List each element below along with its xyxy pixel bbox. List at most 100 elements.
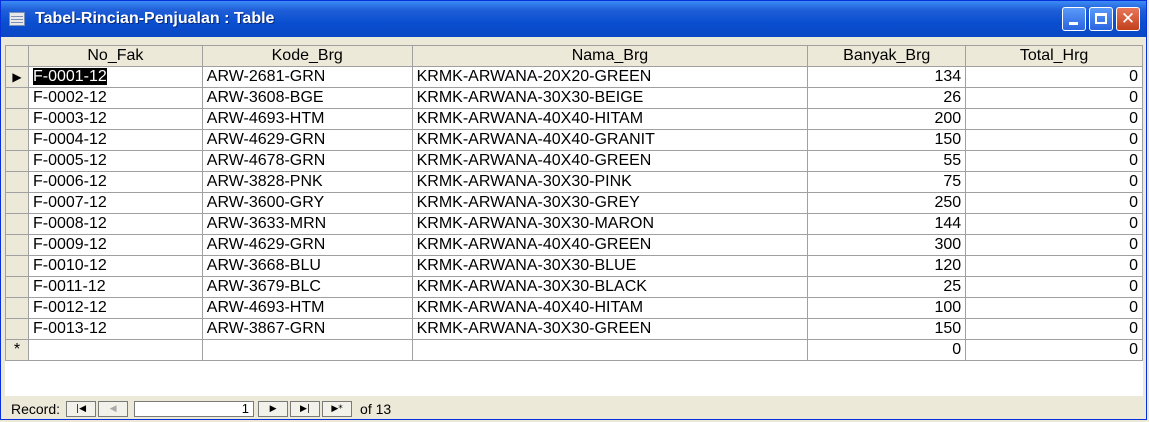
- table-row[interactable]: F-0013-12 ARW-3867-GRN KRMK-ARWANA-30X30-G…: [5, 318, 1143, 340]
- next-record-button[interactable]: ▶: [258, 401, 289, 417]
- table-cell[interactable]: KRMK-ARWANA-40X40-HITAM: [411, 108, 809, 130]
- table-cell[interactable]: F-0006-12: [27, 171, 203, 193]
- new-record-row[interactable]: * 0 0: [5, 339, 1143, 361]
- table-cell[interactable]: 200: [807, 108, 967, 130]
- table-cell[interactable]: ARW-3608-BGE: [201, 87, 413, 109]
- table-cell[interactable]: [27, 339, 203, 361]
- table-cell[interactable]: 0: [965, 87, 1143, 109]
- table-cell[interactable]: 75: [807, 171, 967, 193]
- row-selector[interactable]: [5, 171, 29, 193]
- row-selector[interactable]: [5, 192, 29, 214]
- table-cell[interactable]: F-0002-12: [27, 87, 203, 109]
- table-cell[interactable]: 0: [965, 150, 1143, 172]
- column-header-total-hrg[interactable]: Total_Hrg: [965, 45, 1143, 67]
- close-button[interactable]: ✕: [1116, 7, 1140, 31]
- table-cell[interactable]: F-0013-12: [27, 318, 203, 340]
- table-cell[interactable]: F-0012-12: [27, 297, 203, 319]
- table-cell[interactable]: KRMK-ARWANA-30X30-PINK: [411, 171, 809, 193]
- table-cell[interactable]: KRMK-ARWANA-40X40-HITAM: [411, 297, 809, 319]
- table-row[interactable]: F-0004-12 ARW-4629-GRN KRMK-ARWANA-40X40-G…: [5, 129, 1143, 151]
- table-cell[interactable]: KRMK-ARWANA-40X40-GRANIT: [411, 129, 809, 151]
- table-cell[interactable]: ARW-3668-BLU: [201, 255, 413, 277]
- column-header-no-fak[interactable]: No_Fak: [27, 45, 203, 67]
- table-cell[interactable]: KRMK-ARWANA-30X30-BLUE: [411, 255, 809, 277]
- table-cell[interactable]: ARW-3679-BLC: [201, 276, 413, 298]
- table-cell[interactable]: F-0007-12: [27, 192, 203, 214]
- table-cell[interactable]: F-0009-12: [27, 234, 203, 256]
- row-selector[interactable]: [5, 234, 29, 256]
- table-cell[interactable]: ARW-3828-PNK: [201, 171, 413, 193]
- table-cell[interactable]: KRMK-ARWANA-20X20-GREEN: [411, 66, 809, 88]
- row-selector[interactable]: [5, 276, 29, 298]
- table-cell[interactable]: [411, 339, 809, 361]
- minimize-button[interactable]: [1062, 7, 1086, 31]
- maximize-button[interactable]: [1089, 7, 1113, 31]
- column-header-nama-brg[interactable]: Nama_Brg: [411, 45, 809, 67]
- column-header-kode-brg[interactable]: Kode_Brg: [201, 45, 413, 67]
- table-cell[interactable]: ARW-2681-GRN: [201, 66, 413, 88]
- table-row[interactable]: F-0005-12 ARW-4678-GRN KRMK-ARWANA-40X40-G…: [5, 150, 1143, 172]
- row-selector[interactable]: [5, 297, 29, 319]
- table-row[interactable]: F-0007-12 ARW-3600-GRY KRMK-ARWANA-30X30-G…: [5, 192, 1143, 214]
- table-cell[interactable]: [201, 339, 413, 361]
- table-cell[interactable]: KRMK-ARWANA-30X30-GREY: [411, 192, 809, 214]
- table-cell[interactable]: ARW-4629-GRN: [201, 129, 413, 151]
- row-selector[interactable]: [5, 318, 29, 340]
- table-row[interactable]: F-0006-12 ARW-3828-PNK KRMK-ARWANA-30X30-P…: [5, 171, 1143, 193]
- table-cell[interactable]: F-0001-12: [27, 66, 203, 88]
- table-cell[interactable]: 250: [807, 192, 967, 214]
- row-selector[interactable]: [5, 150, 29, 172]
- row-selector[interactable]: [5, 87, 29, 109]
- row-selector[interactable]: [5, 213, 29, 235]
- select-all-corner[interactable]: [5, 45, 29, 67]
- table-cell[interactable]: 0: [965, 108, 1143, 130]
- row-selector[interactable]: [5, 108, 29, 130]
- last-record-button[interactable]: ▶|: [290, 401, 321, 417]
- new-record-button[interactable]: ▶*: [322, 401, 353, 417]
- table-cell[interactable]: 150: [807, 318, 967, 340]
- table-cell[interactable]: 100: [807, 297, 967, 319]
- table-cell[interactable]: F-0011-12: [27, 276, 203, 298]
- table-cell[interactable]: ARW-4678-GRN: [201, 150, 413, 172]
- table-cell[interactable]: ARW-4693-HTM: [201, 297, 413, 319]
- table-row[interactable]: ▶ F-0001-12 ARW-2681-GRN KRMK-ARWANA-20X20-…: [5, 66, 1143, 88]
- first-record-button[interactable]: |◀: [66, 401, 97, 417]
- table-cell[interactable]: 0: [965, 297, 1143, 319]
- new-record-marker[interactable]: *: [5, 339, 29, 361]
- table-cell[interactable]: 25: [807, 276, 967, 298]
- current-record-input[interactable]: 1: [134, 401, 255, 417]
- table-cell[interactable]: ARW-3600-GRY: [201, 192, 413, 214]
- table-row[interactable]: F-0003-12 ARW-4693-HTM KRMK-ARWANA-40X40-H…: [5, 108, 1143, 130]
- table-cell[interactable]: 0: [965, 276, 1143, 298]
- table-cell[interactable]: ARW-3867-GRN: [201, 318, 413, 340]
- table-cell[interactable]: 0: [965, 339, 1143, 361]
- table-cell[interactable]: 0: [965, 66, 1143, 88]
- table-cell[interactable]: F-0004-12: [27, 129, 203, 151]
- previous-record-button[interactable]: ◀: [98, 401, 129, 417]
- table-cell[interactable]: KRMK-ARWANA-40X40-GREEN: [411, 150, 809, 172]
- table-cell[interactable]: 134: [807, 66, 967, 88]
- table-row[interactable]: F-0002-12 ARW-3608-BGE KRMK-ARWANA-30X30-B…: [5, 87, 1143, 109]
- table-cell[interactable]: 0: [965, 318, 1143, 340]
- table-cell[interactable]: KRMK-ARWANA-30X30-BEIGE: [411, 87, 809, 109]
- table-row[interactable]: F-0011-12 ARW-3679-BLC KRMK-ARWANA-30X30-B…: [5, 276, 1143, 298]
- row-selector[interactable]: [5, 255, 29, 277]
- table-cell[interactable]: KRMK-ARWANA-30X30-GREEN: [411, 318, 809, 340]
- table-cell[interactable]: 0: [807, 339, 967, 361]
- table-row[interactable]: F-0012-12 ARW-4693-HTM KRMK-ARWANA-40X40-H…: [5, 297, 1143, 319]
- table-row[interactable]: F-0010-12 ARW-3668-BLU KRMK-ARWANA-30X30-B…: [5, 255, 1143, 277]
- table-cell[interactable]: F-0005-12: [27, 150, 203, 172]
- table-cell[interactable]: 300: [807, 234, 967, 256]
- table-cell[interactable]: 120: [807, 255, 967, 277]
- table-row[interactable]: F-0008-12 ARW-3633-MRN KRMK-ARWANA-30X30-M…: [5, 213, 1143, 235]
- table-cell[interactable]: ARW-4629-GRN: [201, 234, 413, 256]
- table-cell[interactable]: 150: [807, 129, 967, 151]
- table-cell[interactable]: 144: [807, 213, 967, 235]
- title-bar[interactable]: Tabel-Rincian-Penjualan : Table ✕: [1, 1, 1146, 37]
- table-cell[interactable]: ARW-3633-MRN: [201, 213, 413, 235]
- row-selector[interactable]: ▶: [5, 66, 29, 88]
- row-selector[interactable]: [5, 129, 29, 151]
- table-cell[interactable]: KRMK-ARWANA-30X30-BLACK: [411, 276, 809, 298]
- table-cell[interactable]: 0: [965, 171, 1143, 193]
- table-cell[interactable]: 0: [965, 192, 1143, 214]
